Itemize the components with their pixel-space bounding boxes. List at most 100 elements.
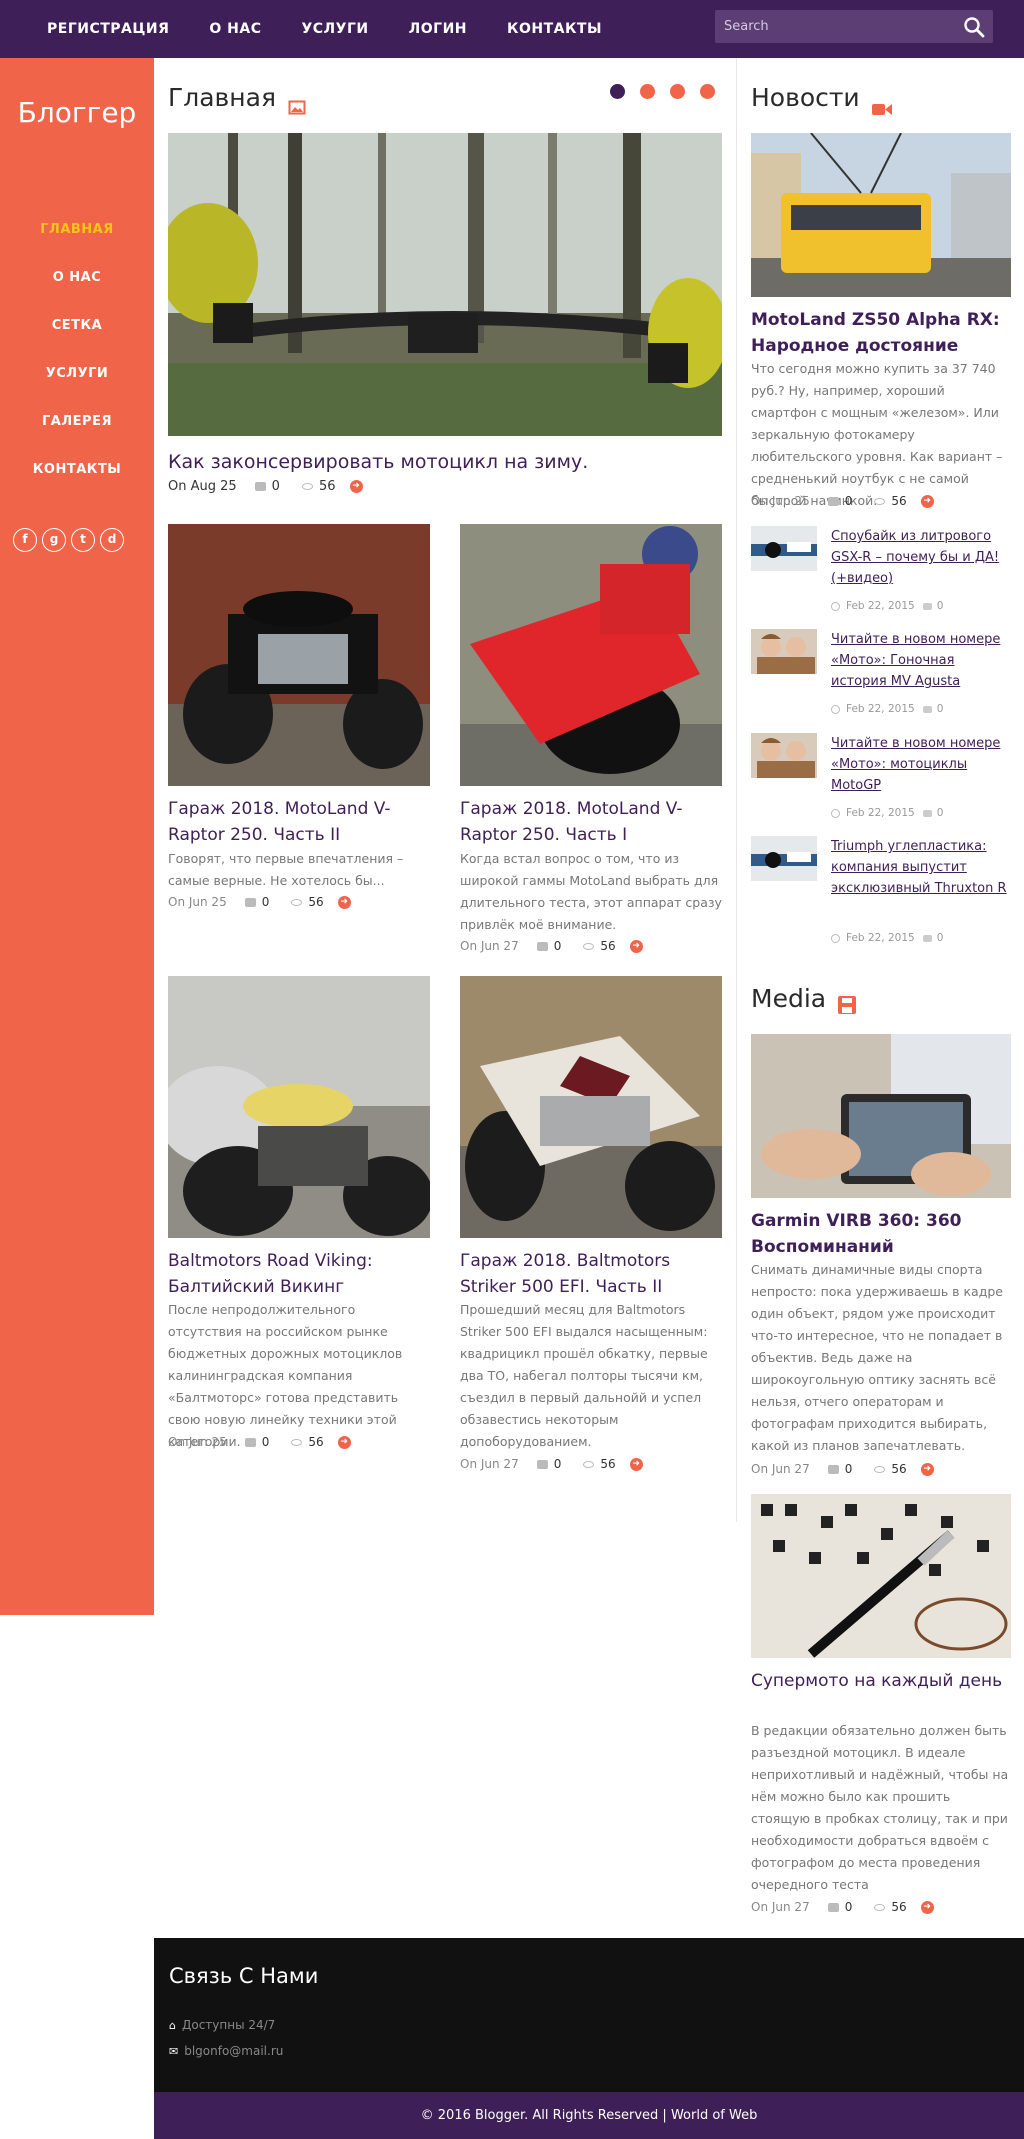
featured-post-title[interactable]: Как законсервировать мотоцикл на зиму. <box>168 449 722 475</box>
news-lead-image[interactable] <box>751 133 1011 297</box>
news-list-item[interactable]: Triumph углепластика: компания выпустит … <box>751 836 1011 948</box>
post-date: On Jun 25 <box>168 1435 227 1449</box>
footer-hours-text: Доступны 24/7 <box>181 2018 276 2032</box>
news-item-title[interactable]: Читайте в новом номере «Мото»: мотоциклы… <box>831 733 1011 796</box>
comment-icon <box>922 809 932 817</box>
copyright-bar: © 2016 Blogger. All Rights Reserved | Wo… <box>154 2092 1024 2139</box>
news-item-title[interactable]: Споубайк из литрового GSX-R – почему бы … <box>831 526 1011 589</box>
arrow-right-icon[interactable]: ➜ <box>337 1435 351 1449</box>
news-item-meta: Feb 22, 2015 0 <box>831 703 943 715</box>
post-image[interactable] <box>460 524 722 786</box>
search-input[interactable] <box>715 10 955 43</box>
sidebar-item-gallery[interactable]: ГАЛЕРЕЯ <box>0 398 154 446</box>
comment-icon <box>244 897 256 907</box>
news-item-title[interactable]: Triumph углепластика: компания выпустит … <box>831 836 1011 899</box>
topnav-services[interactable]: УСЛУГИ <box>301 21 368 37</box>
comment-icon <box>536 1459 548 1469</box>
post-date: On Jun 27 <box>751 1900 810 1914</box>
arrow-right-icon[interactable]: ➜ <box>629 1457 643 1471</box>
post-title[interactable]: Baltmotors Road Viking: Балтийский Викин… <box>168 1248 430 1300</box>
featured-post-meta: On Aug 25 0 56 ➜ <box>168 477 363 495</box>
comment-count: 0 <box>261 1435 270 1449</box>
clock-icon <box>831 933 840 943</box>
comment-count: 0 <box>844 1462 853 1476</box>
news-item-title[interactable]: Читайте в новом номере «Мото»: Гоночная … <box>831 629 1011 692</box>
news-thumbnail[interactable] <box>751 733 817 778</box>
arrow-right-icon[interactable]: ➜ <box>629 939 643 953</box>
arrow-right-icon[interactable]: ➜ <box>337 895 351 909</box>
clock-icon <box>831 704 840 714</box>
media-title-text: Media <box>751 984 827 1013</box>
news-thumbnail[interactable] <box>751 836 817 881</box>
sidebar-item-about[interactable]: О НАС <box>0 254 154 302</box>
site-logo[interactable]: Блоггер <box>0 96 154 129</box>
topnav-register[interactable]: РЕГИСТРАЦИЯ <box>47 21 169 37</box>
news-lead-title[interactable]: MotoLand ZS50 Alpha RX: Народное достоян… <box>751 307 1011 359</box>
eye-icon <box>874 497 886 505</box>
twitter-icon[interactable]: t <box>71 528 95 552</box>
eye-icon <box>301 482 313 490</box>
media-item-title[interactable]: Garmin VIRB 360: 360 Воспоминаний <box>751 1208 1011 1260</box>
post-date: On Aug 25 <box>168 478 237 494</box>
google-plus-icon[interactable]: g <box>42 528 66 552</box>
arrow-right-icon[interactable]: ➜ <box>920 494 934 508</box>
post-title[interactable]: Гараж 2018. Baltmotors Striker 500 EFI. … <box>460 1248 722 1300</box>
search-icon[interactable] <box>963 16 985 38</box>
sidebar-item-contacts[interactable]: КОНТАКТЫ <box>0 446 154 494</box>
facebook-icon[interactable]: f <box>13 528 37 552</box>
slider-dot-4[interactable] <box>700 84 715 99</box>
media-item-title[interactable]: Супермото на каждый день <box>751 1668 1011 1694</box>
comment-icon <box>827 1902 839 1912</box>
comment-icon <box>254 481 266 491</box>
news-item-meta: Feb 22, 2015 0 <box>831 932 943 944</box>
news-list-item[interactable]: Споубайк из литрового GSX-R – почему бы … <box>751 526 1011 616</box>
post-excerpt: Когда встал вопрос о том, что из широкой… <box>460 851 722 932</box>
view-count: 56 <box>600 939 616 953</box>
main-title-text: Главная <box>168 83 276 112</box>
topnav-about[interactable]: О НАС <box>209 21 261 37</box>
sidebar-item-home[interactable]: ГЛАВНАЯ <box>0 206 154 254</box>
slider-dot-2[interactable] <box>640 84 655 99</box>
news-list-item[interactable]: Читайте в новом номере «Мото»: Гоночная … <box>751 629 1011 719</box>
comment-icon <box>922 705 932 713</box>
media-item-excerpt: В редакции обязательно должен быть разъе… <box>751 1723 1009 1892</box>
post-image[interactable] <box>460 976 722 1238</box>
slider-dots <box>610 84 715 99</box>
news-thumbnail[interactable] <box>751 526 817 571</box>
arrow-right-icon[interactable]: ➜ <box>920 1462 934 1476</box>
top-nav: РЕГИСТРАЦИЯ О НАС УСЛУГИ ЛОГИН КОНТАКТЫ <box>47 0 642 58</box>
footer-email-link[interactable]: blgonfo@mail.ru <box>184 2044 283 2058</box>
dribbble-icon[interactable]: d <box>100 528 124 552</box>
sidebar-item-services[interactable]: УСЛУГИ <box>0 350 154 398</box>
comment-count: 0 <box>271 478 280 494</box>
post-title[interactable]: Гараж 2018. MotoLand V-Raptor 250. Часть… <box>460 796 722 848</box>
envelope-icon: ✉ <box>169 2044 179 2058</box>
post-image[interactable] <box>168 976 430 1238</box>
arrow-right-icon[interactable]: ➜ <box>349 479 363 493</box>
post-excerpt: Прошедший месяц для Baltmotors Striker 5… <box>460 1302 708 1449</box>
sidebar-item-grid[interactable]: СЕТКА <box>0 302 154 350</box>
post-excerpt: После непродолжительного отсутствия на р… <box>168 1302 403 1449</box>
side-nav: ГЛАВНАЯ О НАС СЕТКА УСЛУГИ ГАЛЕРЕЯ КОНТА… <box>0 206 154 494</box>
media-image[interactable] <box>751 1494 1011 1658</box>
news-section-title: Новости <box>751 83 892 115</box>
post-meta: On Jun 27 0 56 ➜ <box>460 1455 643 1473</box>
footer-email: ✉ blgonfo@mail.ru <box>169 2044 283 2058</box>
topnav-contacts[interactable]: КОНТАКТЫ <box>507 21 602 37</box>
slider-dot-3[interactable] <box>670 84 685 99</box>
featured-image[interactable] <box>168 133 722 436</box>
post-image[interactable] <box>168 524 430 786</box>
slider-dot-1[interactable] <box>610 84 625 99</box>
search-box <box>715 10 993 43</box>
news-list-item[interactable]: Читайте в новом номере «Мото»: мотоциклы… <box>751 733 1011 823</box>
topnav-login[interactable]: ЛОГИН <box>409 21 467 37</box>
main-section-title: Главная <box>168 83 306 114</box>
post-title[interactable]: Гараж 2018. MotoLand V-Raptor 250. Часть… <box>168 796 430 848</box>
news-title-text: Новости <box>751 83 860 112</box>
media-item-meta: On Jun 27 0 56 ➜ <box>751 1898 934 1916</box>
post-excerpt: Говорят, что первые впечатления – самые … <box>168 851 404 888</box>
media-image[interactable] <box>751 1034 1011 1198</box>
arrow-right-icon[interactable]: ➜ <box>920 1900 934 1914</box>
news-thumbnail[interactable] <box>751 629 817 674</box>
eye-icon <box>583 1460 595 1468</box>
